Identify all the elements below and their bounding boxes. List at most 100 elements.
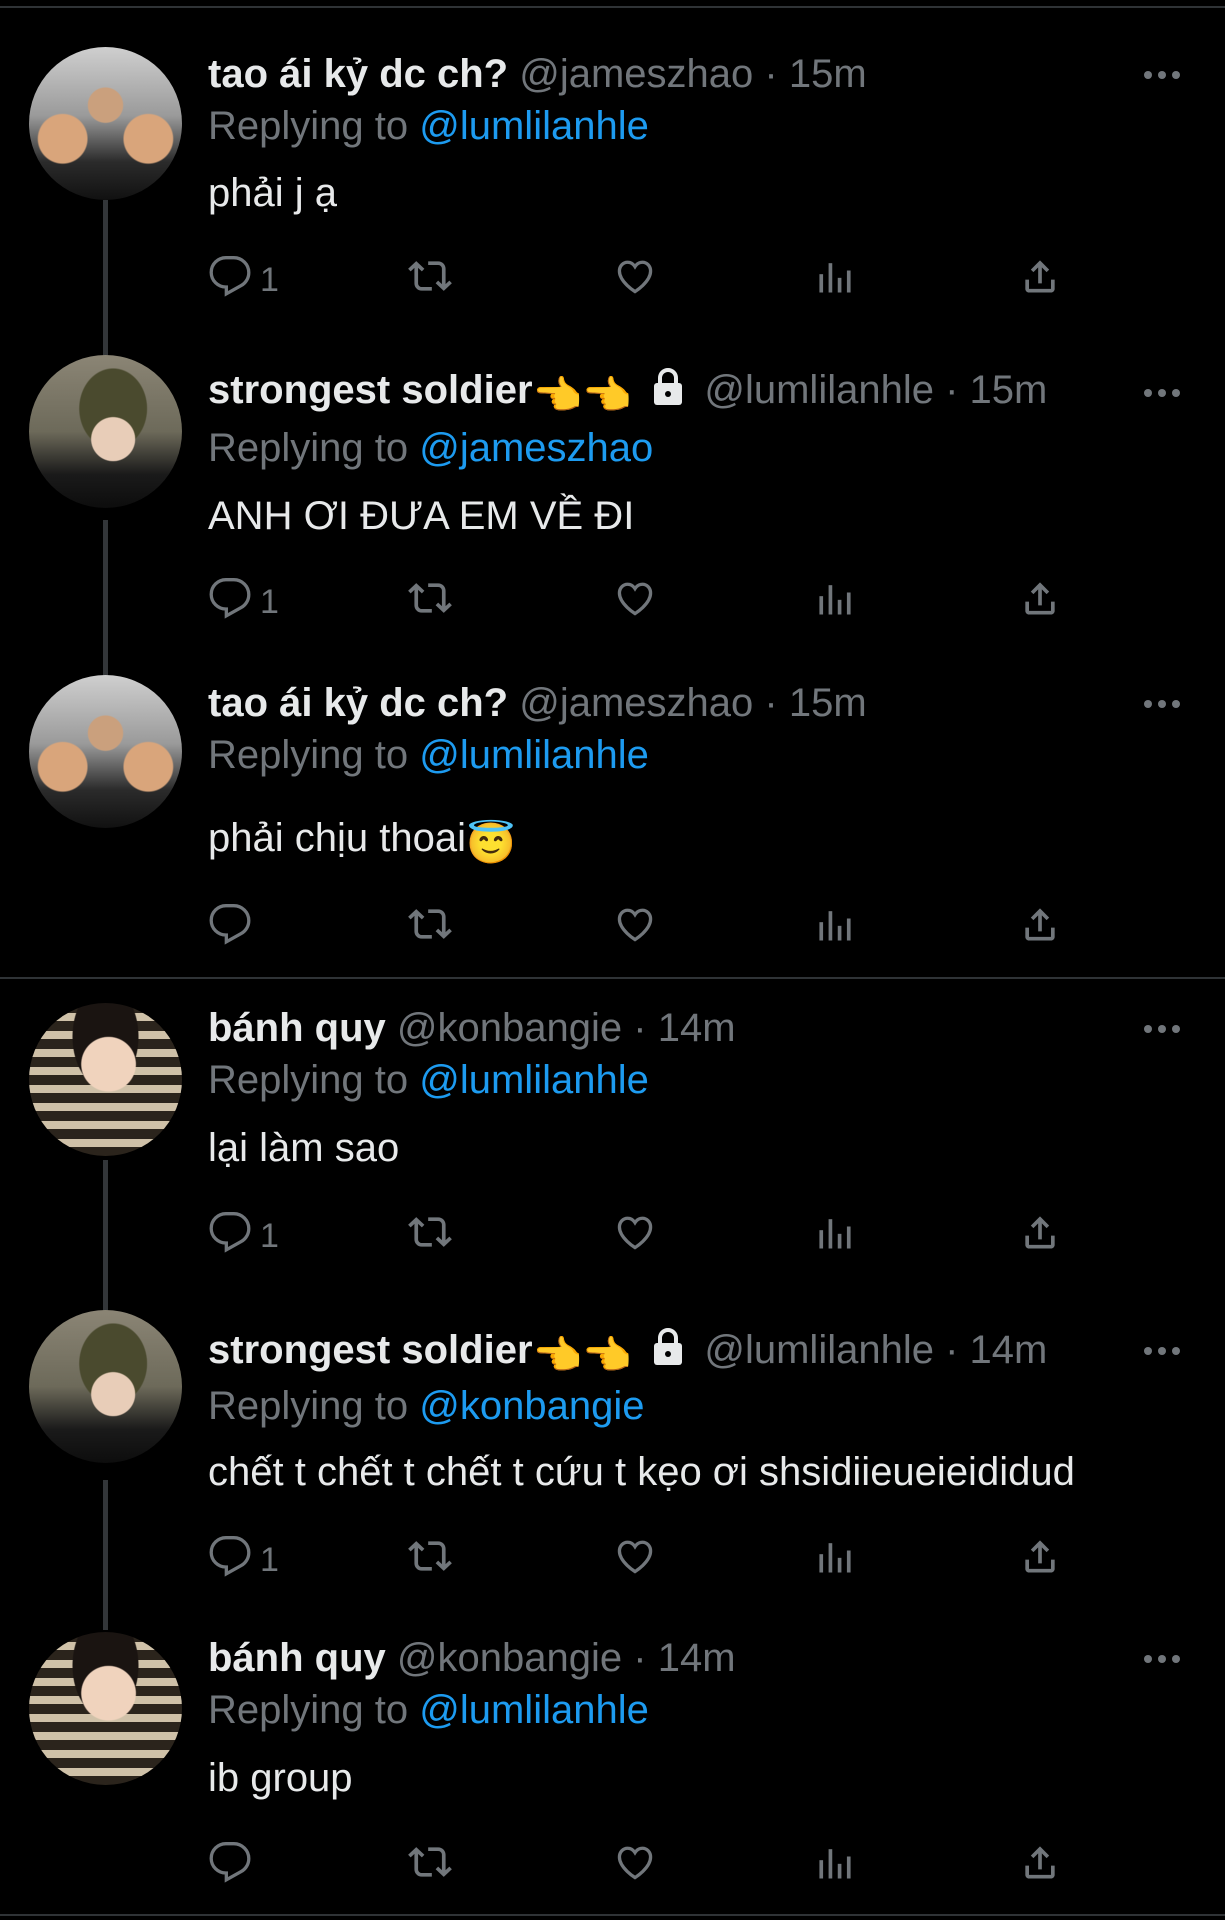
analytics-icon-button[interactable] (813, 898, 857, 958)
mention-link[interactable]: @lumlilanhle (419, 104, 649, 148)
analytics-icon (813, 902, 857, 955)
avatar[interactable] (29, 1632, 182, 1785)
reply-count: 1 (260, 260, 279, 299)
display-name[interactable]: tao ái kỷ dc ch? (208, 681, 508, 725)
analytics-icon-button[interactable] (813, 250, 857, 310)
handle[interactable]: @jameszhao · 15m (519, 681, 866, 725)
reply-icon-button[interactable] (208, 1836, 260, 1896)
tweet-header: strongest soldier👈👈 @lumlilanhle · 14m (208, 1322, 1047, 1378)
heart-icon (613, 1840, 657, 1893)
retweet-icon-button[interactable] (408, 1206, 452, 1266)
handle[interactable]: @jameszhao · 15m (519, 52, 866, 96)
reply-icon-button[interactable]: 1 (208, 1206, 279, 1266)
heart-icon-button[interactable] (613, 1836, 657, 1896)
analytics-icon-button[interactable] (813, 572, 857, 632)
mention-link[interactable]: @lumlilanhle (419, 1058, 649, 1102)
retweet-icon-button[interactable] (408, 1836, 452, 1896)
handle[interactable]: @konbangie · 14m (397, 1006, 736, 1050)
reply-icon-button[interactable] (208, 898, 260, 958)
action-bar: 1 (208, 1206, 1108, 1266)
display-name[interactable]: strongest soldier (208, 368, 533, 412)
heart-icon-button[interactable] (613, 1530, 657, 1590)
avatar[interactable] (29, 675, 182, 828)
tweet[interactable]: tao ái kỷ dc ch? @jameszhao · 15m Replyi… (0, 660, 1225, 978)
tweet-text: ib group (208, 1756, 353, 1800)
heart-icon-button[interactable] (613, 250, 657, 310)
retweet-icon-button[interactable] (408, 1530, 452, 1590)
display-name[interactable]: bánh quy (208, 1006, 386, 1050)
heart-icon (613, 1210, 657, 1263)
share-icon (1018, 576, 1062, 629)
more-icon[interactable] (1140, 1336, 1184, 1366)
retweet-icon (408, 1534, 452, 1587)
share-icon-button[interactable] (1018, 250, 1062, 310)
share-icon (1018, 254, 1062, 307)
display-name[interactable]: tao ái kỷ dc ch? (208, 52, 508, 96)
handle[interactable]: @lumlilanhle · 14m (704, 1328, 1047, 1372)
replying-to: Replying to @lumlilanhle (208, 104, 649, 148)
analytics-icon-button[interactable] (813, 1206, 857, 1266)
heart-icon-button[interactable] (613, 572, 657, 632)
mention-link[interactable]: @lumlilanhle (419, 1688, 649, 1732)
reply-icon-button[interactable]: 1 (208, 250, 279, 310)
avatar[interactable] (29, 355, 182, 508)
tweet[interactable]: tao ái kỷ dc ch? @jameszhao · 15m Replyi… (0, 0, 1225, 340)
analytics-icon (813, 1534, 857, 1587)
tweet-header: strongest soldier👈👈 @lumlilanhle · 15m (208, 362, 1047, 418)
avatar[interactable] (29, 1003, 182, 1156)
retweet-icon-button[interactable] (408, 572, 452, 632)
share-icon-button[interactable] (1018, 572, 1062, 632)
timestamp: 15m (788, 681, 867, 725)
reply-icon (208, 576, 252, 629)
tweet-text: phải chịu thoai😇 (208, 810, 516, 872)
tweet[interactable]: bánh quy @konbangie · 14m Replying to @l… (0, 1620, 1225, 1920)
tweet-text: ANH ƠI ĐƯA EM VỀ ĐI (208, 494, 635, 538)
heart-icon (613, 576, 657, 629)
retweet-icon-button[interactable] (408, 898, 452, 958)
display-name[interactable]: bánh quy (208, 1636, 386, 1680)
mention-link[interactable]: @konbangie (419, 1384, 644, 1428)
share-icon-button[interactable] (1018, 1530, 1062, 1590)
more-icon[interactable] (1140, 1644, 1184, 1674)
replying-to: Replying to @konbangie (208, 1384, 645, 1428)
analytics-icon-button[interactable] (813, 1530, 857, 1590)
replying-to: Replying to @jameszhao (208, 426, 654, 470)
heart-icon-button[interactable] (613, 1206, 657, 1266)
analytics-icon (813, 1840, 857, 1893)
share-icon-button[interactable] (1018, 898, 1062, 958)
tweet[interactable]: bánh quy @konbangie · 14m Replying to @l… (0, 980, 1225, 1302)
handle[interactable]: @lumlilanhle · 15m (704, 368, 1047, 412)
more-icon[interactable] (1140, 378, 1184, 408)
share-icon (1018, 1210, 1062, 1263)
tweet-text: lại làm sao (208, 1126, 400, 1170)
share-icon-button[interactable] (1018, 1836, 1062, 1896)
analytics-icon-button[interactable] (813, 1836, 857, 1896)
reply-icon (208, 254, 252, 307)
replying-to: Replying to @lumlilanhle (208, 733, 649, 777)
lock-icon (651, 366, 685, 422)
avatar[interactable] (29, 1310, 182, 1463)
reply-icon-button[interactable]: 1 (208, 572, 279, 632)
reply-count: 1 (260, 1216, 279, 1255)
tweet[interactable]: strongest soldier👈👈 @lumlilanhle · 14m R… (0, 1302, 1225, 1620)
avatar[interactable] (29, 47, 182, 200)
retweet-icon (408, 576, 452, 629)
tweet[interactable]: strongest soldier👈👈 @lumlilanhle · 15m R… (0, 340, 1225, 660)
share-icon-button[interactable] (1018, 1206, 1062, 1266)
more-icon[interactable] (1140, 60, 1184, 90)
more-icon[interactable] (1140, 689, 1184, 719)
action-bar: 1 (208, 250, 1108, 310)
display-name[interactable]: strongest soldier (208, 1328, 533, 1372)
replying-to: Replying to @lumlilanhle (208, 1058, 649, 1102)
mention-link[interactable]: @jameszhao (419, 426, 653, 470)
retweet-icon-button[interactable] (408, 250, 452, 310)
replying-to: Replying to @lumlilanhle (208, 1688, 649, 1732)
timestamp: 14m (969, 1328, 1048, 1372)
name-emojis: 👈👈 (532, 374, 633, 418)
handle[interactable]: @konbangie · 14m (397, 1636, 736, 1680)
more-icon[interactable] (1140, 1014, 1184, 1044)
heart-icon-button[interactable] (613, 898, 657, 958)
reply-icon-button[interactable]: 1 (208, 1530, 279, 1590)
mention-link[interactable]: @lumlilanhle (419, 733, 649, 777)
reply-count: 1 (260, 582, 279, 621)
